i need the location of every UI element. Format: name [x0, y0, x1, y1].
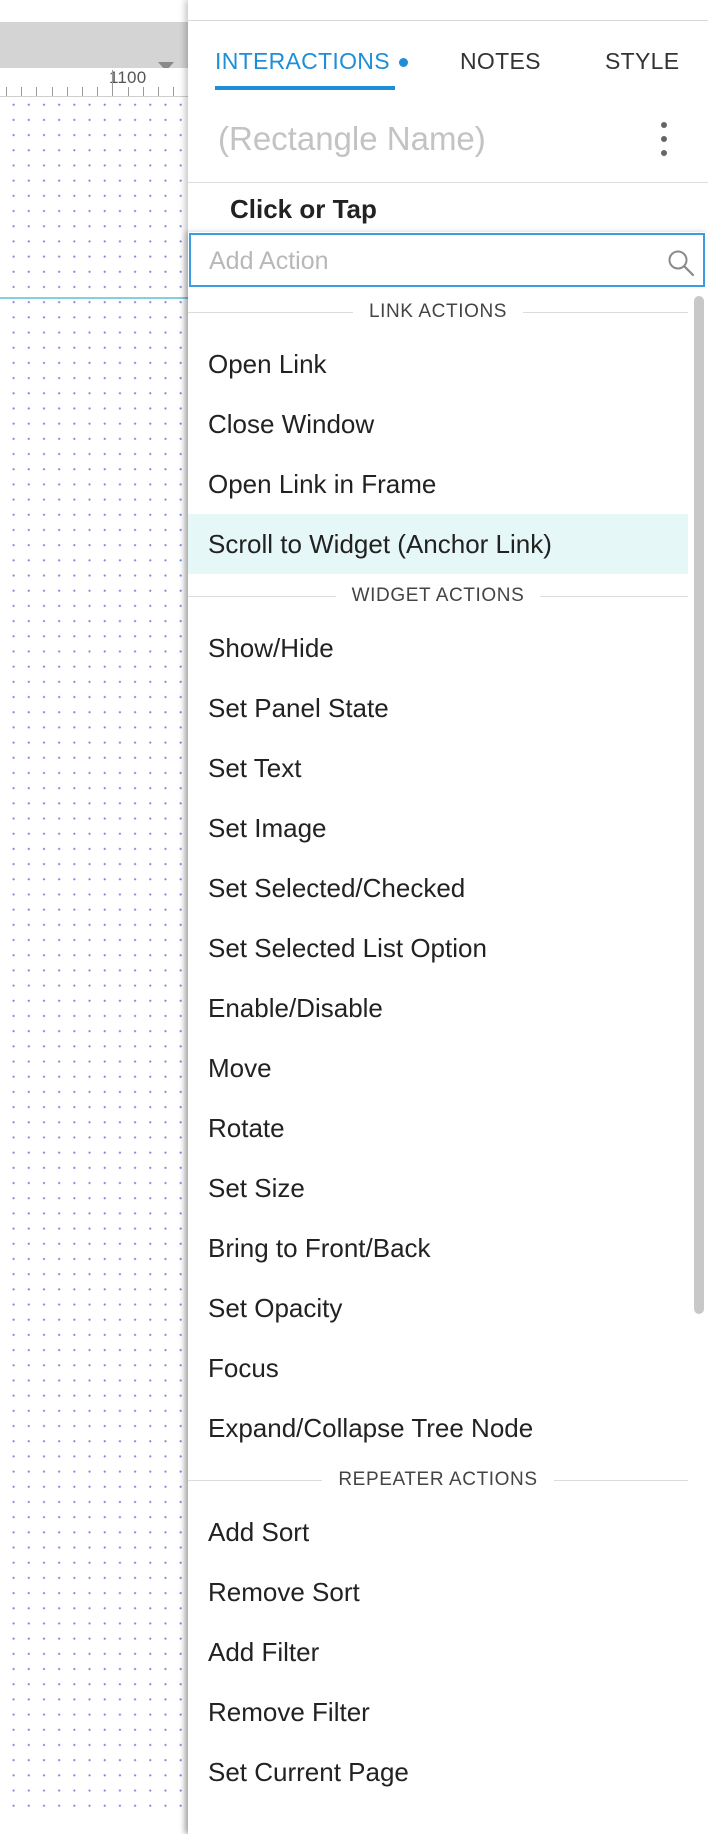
action-list: LINK ACTIONS Open Link Close Window Open Li… [188, 290, 688, 1802]
canvas-guide-line [0, 297, 188, 299]
action-item[interactable]: Rotate [188, 1098, 688, 1158]
group-header: WIDGET ACTIONS [188, 574, 688, 618]
action-item[interactable]: Close Window [188, 394, 688, 454]
active-tab-underline [215, 86, 395, 90]
event-title: Click or Tap [230, 194, 377, 224]
group-header: REPEATER ACTIONS [188, 1458, 688, 1502]
inspector-tabs: INTERACTIONS NOTES STYLE [188, 40, 708, 96]
horizontal-ruler: 1100 [0, 68, 190, 97]
action-item[interactable]: Focus [188, 1338, 688, 1398]
action-item[interactable]: Add Sort [188, 1502, 688, 1562]
ruler-tick [82, 87, 83, 96]
ruler-tick [112, 70, 114, 96]
action-item[interactable]: Expand/Collapse Tree Node [188, 1398, 688, 1458]
action-item[interactable]: Set Size [188, 1158, 688, 1218]
add-action-input[interactable] [209, 247, 629, 275]
ruler-tick [6, 87, 7, 96]
action-item[interactable]: Set Selected List Option [188, 918, 688, 978]
action-item[interactable]: Remove Filter [188, 1682, 688, 1742]
action-item[interactable]: Set Text [188, 738, 688, 798]
ruler-tick [127, 87, 129, 96]
action-item[interactable]: Set Opacity [188, 1278, 688, 1338]
canvas-bottom-strip [0, 1815, 188, 1834]
action-item[interactable]: Move [188, 1038, 688, 1098]
ruler-label: 1100 [109, 68, 147, 87]
add-action-search-box [189, 233, 705, 287]
ruler-tick [97, 87, 99, 96]
design-canvas[interactable] [0, 0, 188, 1834]
action-item[interactable]: Set Image [188, 798, 688, 858]
action-item[interactable]: Show/Hide [188, 618, 688, 678]
scrollbar-thumb[interactable] [694, 296, 704, 1314]
action-item[interactable]: Open Link in Frame [188, 454, 688, 514]
add-action-dropdown: LINK ACTIONS Open LinkClose WindowOpen Li… [188, 232, 708, 1834]
panel-divider [188, 20, 708, 21]
tab-indicator-dot-icon [399, 58, 408, 67]
ruler-tick [142, 87, 144, 96]
action-item[interactable]: Enable/Disable [188, 978, 688, 1038]
action-item[interactable]: Remove Sort [188, 1562, 688, 1622]
vertical-ellipsis-icon[interactable] [659, 122, 669, 156]
ruler-tick [158, 87, 159, 96]
tab-style[interactable]: STYLE [605, 48, 679, 75]
action-item[interactable]: Set Current Page [188, 1742, 688, 1802]
action-item[interactable]: Scroll to Widget (Anchor Link) [188, 514, 688, 574]
action-item[interactable]: Set Panel State [188, 678, 688, 738]
group-header-label: REPEATER ACTIONS [322, 1469, 554, 1491]
ruler-tick [66, 87, 68, 96]
ruler-tick [173, 87, 175, 96]
ruler-tick [21, 87, 23, 96]
group-header-label: WIDGET ACTIONS [335, 585, 541, 607]
tab-interactions[interactable]: INTERACTIONS [215, 48, 390, 75]
canvas-top-strip [0, 0, 188, 22]
search-icon [668, 250, 695, 277]
canvas-toolbar [0, 22, 188, 71]
action-item[interactable]: Open Link [188, 334, 688, 394]
group-header-label: LINK ACTIONS [352, 301, 524, 323]
ruler-tick [51, 87, 53, 96]
ruler-tick [36, 87, 38, 96]
widget-name-field[interactable]: (Rectangle Name) [218, 120, 486, 158]
group-header: LINK ACTIONS [188, 290, 688, 334]
action-item[interactable]: Add Filter [188, 1622, 688, 1682]
tab-notes[interactable]: NOTES [460, 48, 541, 75]
section-divider [188, 182, 708, 183]
action-item[interactable]: Bring to Front/Back [188, 1218, 688, 1278]
action-item[interactable]: Set Selected/Checked [188, 858, 688, 918]
